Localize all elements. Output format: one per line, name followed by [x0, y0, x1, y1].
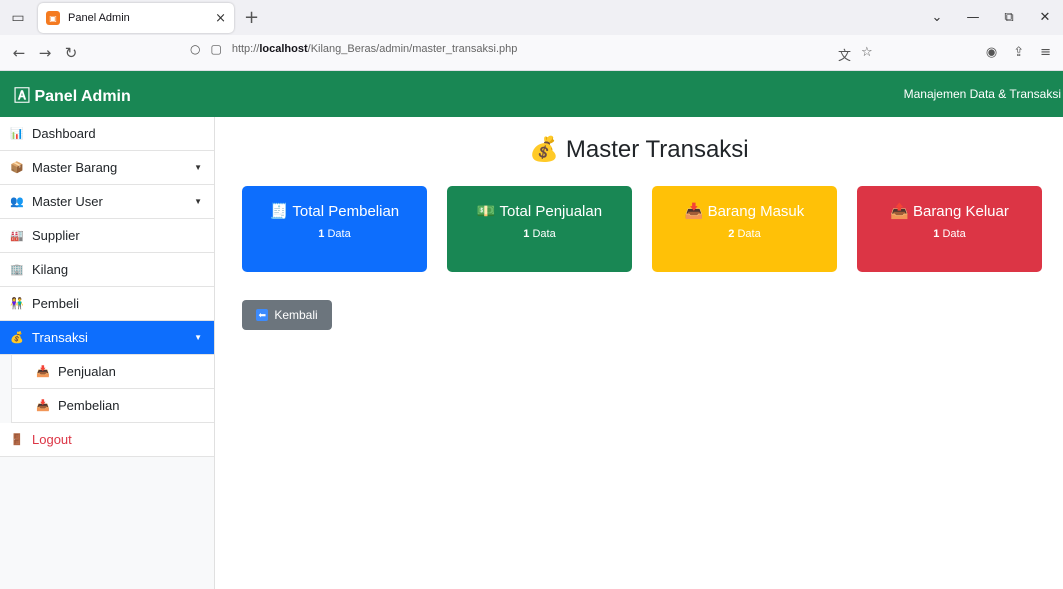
- sidebar-item-dashboard[interactable]: 📊 Dashboard: [0, 117, 214, 151]
- arrow-left-icon: ⬅: [256, 309, 269, 321]
- sidebar-item-label: Pembelian: [58, 398, 120, 413]
- account-icon[interactable]: ◉: [986, 45, 997, 60]
- card-barang-keluar[interactable]: 📤 Barang Keluar 1 Data: [857, 186, 1042, 272]
- card-total-penjualan[interactable]: 💵 Total Penjualan 1 Data: [447, 186, 632, 272]
- sidebar-item-kilang[interactable]: 🏢 Kilang: [0, 253, 214, 287]
- card-title: 💵 Total Penjualan: [476, 203, 603, 220]
- close-tab-icon[interactable]: ×: [215, 11, 226, 26]
- card-count: 1 Data: [318, 228, 351, 240]
- window-controls: ⌄ — ⧉ ✕: [919, 0, 1063, 35]
- inbox-icon: 📥: [36, 400, 50, 412]
- back-icon[interactable]: ←: [6, 44, 32, 62]
- app-header: 🄰 Panel Admin Manajemen Data & Transaksi: [0, 71, 1063, 117]
- browser-navbar: ← → ↻ ○ ▢ http://localhost/Kilang_Beras/…: [0, 35, 1063, 71]
- money-bag-icon: 💰: [10, 332, 24, 344]
- toolbar-actions: ◉ ⇪ ≡: [986, 45, 1051, 60]
- sidebar-item-label: Transaksi: [32, 330, 88, 345]
- card-title: 📥 Barang Masuk: [684, 203, 805, 220]
- forward-icon[interactable]: →: [32, 44, 58, 62]
- inbox-icon: 📥: [684, 203, 704, 220]
- sidebar: 📊 Dashboard 📦 Master Barang ▼ 👥 Master U…: [0, 117, 215, 589]
- sidebar-item-master-barang[interactable]: 📦 Master Barang ▼: [0, 151, 214, 185]
- browser-tab[interactable]: ▣ Panel Admin ×: [38, 3, 234, 33]
- page-title: 💰 Master Transaksi: [215, 135, 1063, 164]
- reload-icon[interactable]: ↻: [58, 44, 84, 62]
- inbox-icon: 📥: [36, 366, 50, 378]
- sidebar-item-label: Pembeli: [32, 296, 79, 311]
- sidebar-item-label: Logout: [32, 432, 72, 447]
- sidebar-item-label: Penjualan: [58, 364, 116, 379]
- sidebar-item-label: Master Barang: [32, 160, 118, 175]
- factory-icon: 🏭: [10, 230, 24, 242]
- bookmark-star-icon[interactable]: ☆: [861, 45, 873, 64]
- caret-down-icon: ▼: [194, 163, 202, 172]
- money-bag-icon: 💰: [529, 136, 560, 163]
- door-icon: 🚪: [10, 434, 24, 446]
- url-bar[interactable]: ○ ▢ http://localhost/Kilang_Beras/admin/…: [190, 42, 517, 56]
- back-button-label: Kembali: [274, 308, 318, 322]
- tab-overflow-icon[interactable]: ⌄: [919, 10, 955, 25]
- summary-cards: 🧾 Total Pembelian 1 Data 💵 Total Penjual…: [242, 186, 1042, 272]
- favicon-icon: ▣: [46, 11, 60, 25]
- receipt-icon: 🧾: [269, 203, 289, 220]
- sidebar-item-supplier[interactable]: 🏭 Supplier: [0, 219, 214, 253]
- page-icon: ▢: [210, 42, 222, 56]
- sidebar-item-master-user[interactable]: 👥 Master User ▼: [0, 185, 214, 219]
- caret-down-icon: ▼: [194, 197, 202, 206]
- cash-icon: 💵: [476, 203, 496, 220]
- card-barang-masuk[interactable]: 📥 Barang Masuk 2 Data: [652, 186, 837, 272]
- building-icon: 🏢: [10, 264, 24, 276]
- app-subtitle: Manajemen Data & Transaksi: [903, 87, 1061, 101]
- sidebar-subitem-penjualan[interactable]: 📥 Penjualan: [11, 355, 214, 389]
- sidebar-item-logout[interactable]: 🚪 Logout: [0, 423, 214, 457]
- tab-title: Panel Admin: [68, 12, 130, 24]
- chart-icon: 📊: [10, 128, 24, 140]
- sidebar-item-transaksi[interactable]: 💰 Transaksi ▼: [0, 321, 214, 355]
- sidebar-item-pembeli[interactable]: 👫 Pembeli: [0, 287, 214, 321]
- minimize-icon[interactable]: —: [955, 10, 991, 25]
- card-title: 🧾 Total Pembelian: [269, 203, 400, 220]
- sidebar-item-label: Master User: [32, 194, 103, 209]
- sidebar-item-label: Supplier: [32, 228, 80, 243]
- box-icon: 📦: [10, 162, 24, 174]
- tab-list-icon[interactable]: ▭: [4, 0, 32, 35]
- outbox-icon: 📤: [890, 203, 909, 220]
- shield-icon[interactable]: ○: [190, 42, 200, 56]
- sidebar-item-label: Dashboard: [32, 126, 96, 141]
- main-content: 💰 Master Transaksi 🧾 Total Pembelian 1 D…: [215, 117, 1063, 589]
- card-count: 2 Data: [728, 228, 761, 240]
- sidebar-item-label: Kilang: [32, 262, 69, 277]
- translate-icon[interactable]: 文: [838, 45, 851, 64]
- app-brand[interactable]: 🄰 Panel Admin: [14, 82, 131, 106]
- url-actions: 文 ☆: [838, 45, 873, 64]
- card-count: 1 Data: [523, 228, 556, 240]
- caret-down-icon: ▼: [194, 333, 202, 342]
- new-tab-button[interactable]: +: [244, 7, 259, 28]
- back-button[interactable]: ⬅ Kembali: [242, 300, 332, 330]
- people-icon: 👫: [10, 298, 24, 310]
- url-text[interactable]: http://localhost/Kilang_Beras/admin/mast…: [232, 43, 518, 55]
- menu-icon[interactable]: ≡: [1040, 45, 1051, 60]
- card-title: 📤 Barang Keluar: [890, 203, 1009, 220]
- extensions-icon[interactable]: ⇪: [1013, 45, 1024, 60]
- card-total-pembelian[interactable]: 🧾 Total Pembelian 1 Data: [242, 186, 427, 272]
- close-window-icon[interactable]: ✕: [1027, 10, 1063, 25]
- users-icon: 👥: [10, 196, 24, 208]
- browser-tabbar: ▭ ▣ Panel Admin × + ⌄ — ⧉ ✕: [0, 0, 1063, 35]
- card-count: 1 Data: [933, 228, 966, 240]
- restore-icon[interactable]: ⧉: [991, 10, 1027, 25]
- sidebar-subitem-pembelian[interactable]: 📥 Pembelian: [11, 389, 214, 423]
- page-title-text: Master Transaksi: [565, 136, 749, 163]
